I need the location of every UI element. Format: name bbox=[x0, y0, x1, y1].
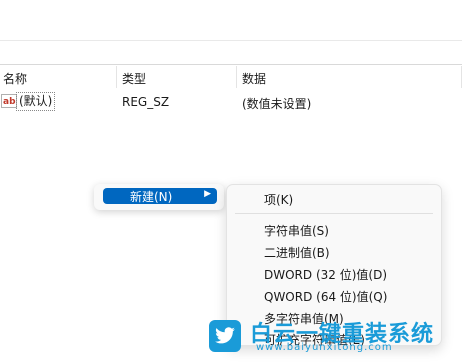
column-header-data[interactable]: 数据 bbox=[242, 70, 266, 87]
column-header-name[interactable]: 名称 bbox=[3, 70, 27, 87]
bird-logo-icon bbox=[209, 320, 241, 352]
ab-icon: ab bbox=[1, 94, 17, 108]
watermark-url: www.baiyunxitong.com bbox=[256, 342, 393, 353]
menu-separator bbox=[235, 213, 433, 214]
value-name-cell[interactable]: (默认) bbox=[16, 92, 56, 111]
address-bar-area bbox=[0, 0, 462, 40]
submenu-item-qword-value[interactable]: QWORD (64 位)值(Q) bbox=[264, 288, 387, 305]
svg-text:ab: ab bbox=[3, 97, 16, 107]
chevron-right-icon: ▶ bbox=[204, 189, 211, 199]
spacer bbox=[0, 41, 462, 65]
menu-item-label: 新建(N) bbox=[130, 189, 173, 204]
submenu-item-dword-value[interactable]: DWORD (32 位)值(D) bbox=[264, 266, 387, 283]
value-type-cell: REG_SZ bbox=[122, 95, 170, 109]
value-data-cell: (数值未设置) bbox=[242, 97, 312, 111]
submenu-item-binary-value[interactable]: 二进制值(B) bbox=[264, 244, 330, 261]
menu-item-new[interactable]: 新建(N) ▶ bbox=[103, 188, 217, 204]
submenu-item-key[interactable]: 项(K) bbox=[264, 191, 293, 208]
column-divider[interactable] bbox=[116, 66, 117, 88]
submenu-item-string-value[interactable]: 字符串值(S) bbox=[264, 222, 329, 239]
column-header-type[interactable]: 类型 bbox=[122, 70, 146, 87]
column-divider[interactable] bbox=[236, 66, 237, 88]
header-top-divider bbox=[0, 64, 462, 65]
context-menu: 新建(N) ▶ bbox=[94, 184, 224, 210]
